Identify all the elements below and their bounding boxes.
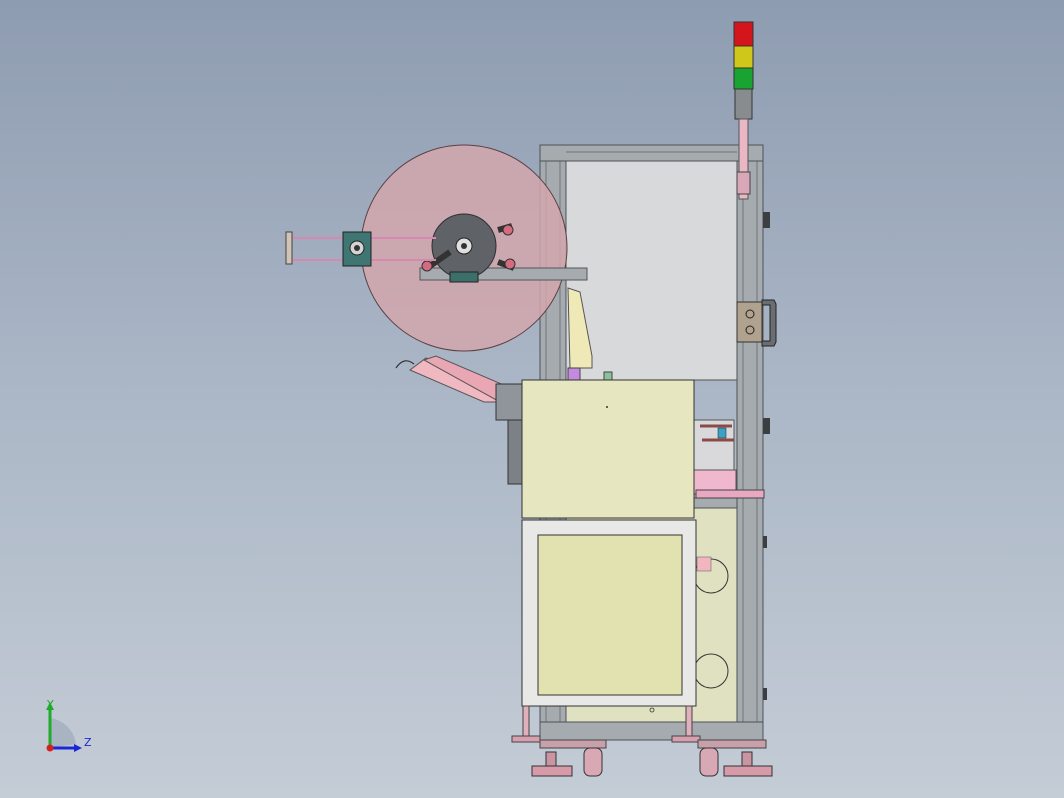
- triad-plane: [50, 718, 76, 748]
- y-axis-label: Y: [46, 698, 54, 711]
- door-handle-icon: [736, 299, 777, 347]
- cad-viewport[interactable]: Y Z: [0, 0, 1064, 798]
- axis-triad-icon: Y Z: [46, 698, 92, 752]
- upper-front-panel: [495, 379, 695, 519]
- signal-tower-icon: [733, 21, 754, 200]
- caster-wheel-icon: [583, 747, 719, 777]
- triad-origin: [46, 744, 54, 752]
- z-axis-label: Z: [84, 736, 92, 749]
- lower-door: [521, 519, 697, 713]
- z-axis-arrow: [74, 744, 82, 752]
- machine-model[interactable]: [0, 0, 1064, 798]
